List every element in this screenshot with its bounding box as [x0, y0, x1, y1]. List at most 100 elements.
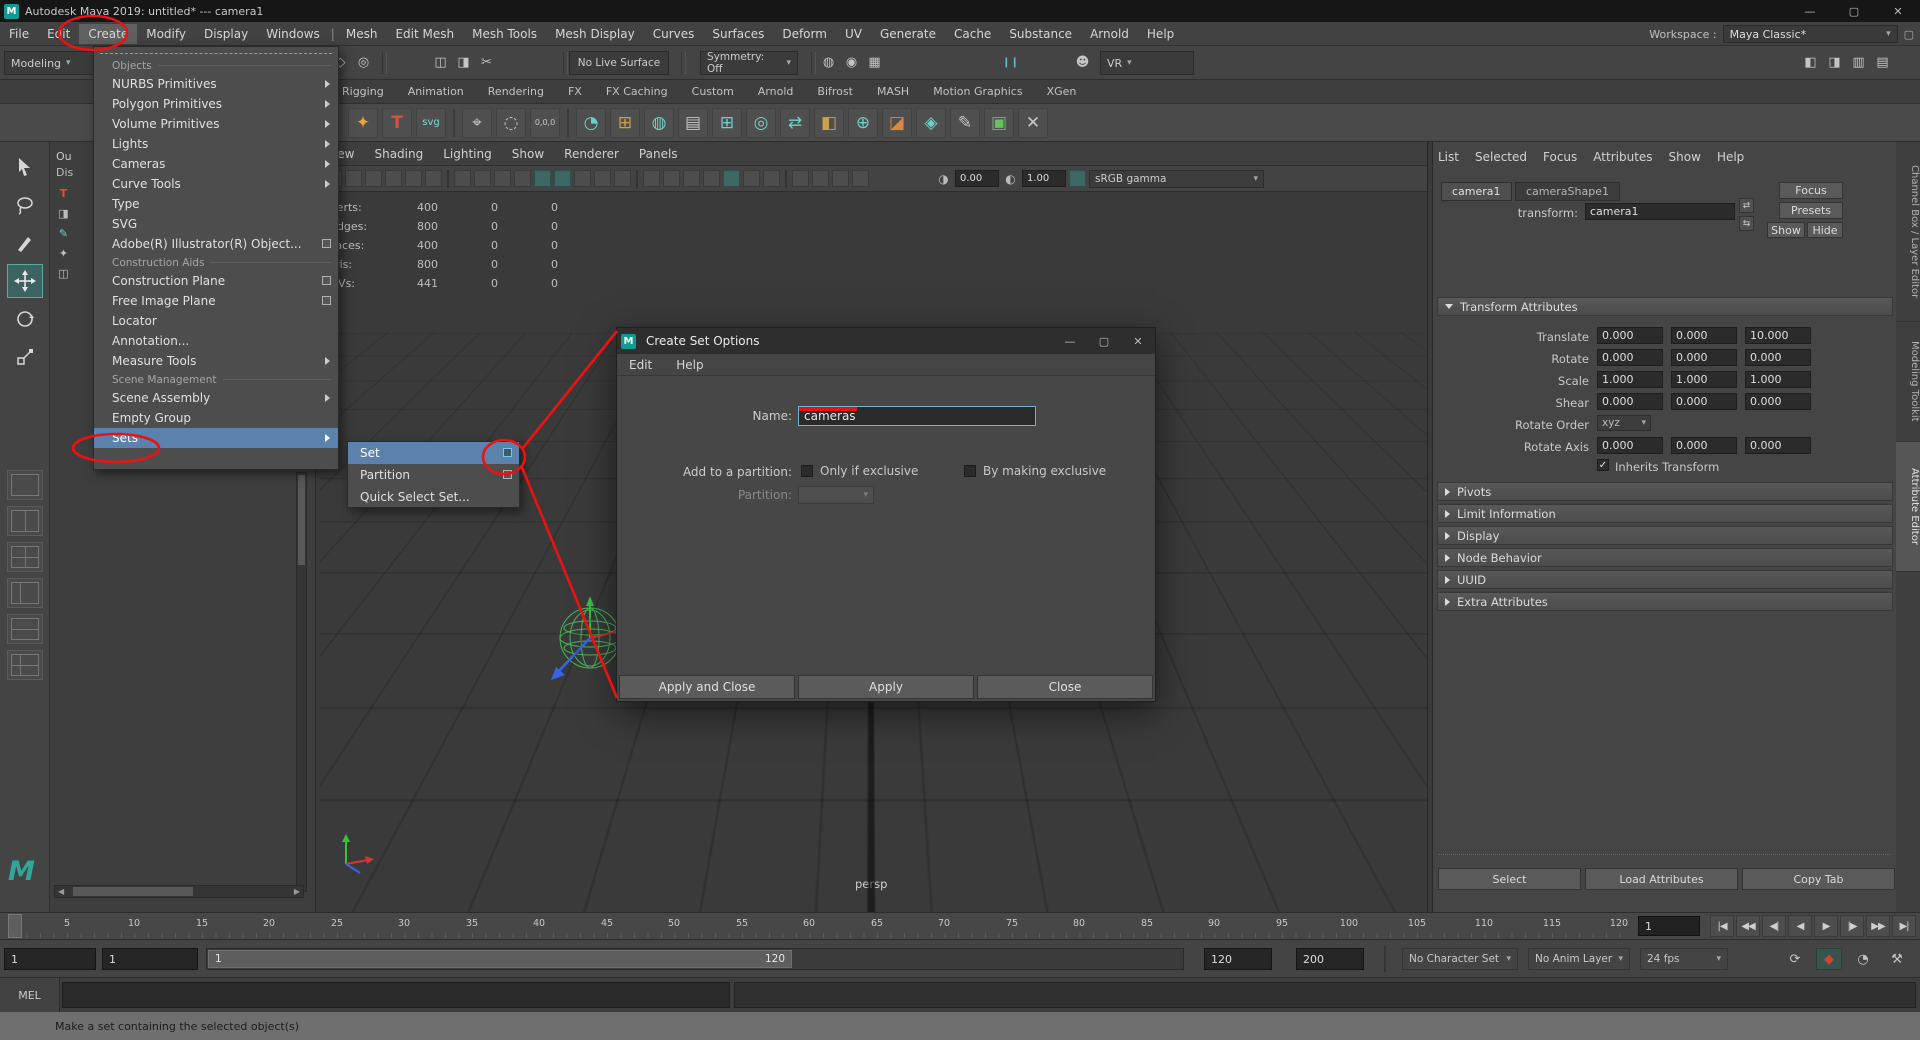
dialog-minimize-button[interactable]: — [1053, 328, 1087, 354]
menu-mesh-tools[interactable]: Mesh Tools [463, 24, 546, 44]
ae-menu-show[interactable]: Show [1669, 150, 1701, 164]
step-back-key-button[interactable]: ◀| [1762, 915, 1786, 937]
play-forwards-button[interactable]: ▶ [1814, 915, 1838, 937]
diamond-icon[interactable]: ◈ [916, 108, 946, 138]
rotate-y-field[interactable]: 0.000 [1671, 349, 1737, 366]
outliner-item-icon[interactable]: ◨ [56, 206, 71, 221]
select-tool[interactable] [7, 150, 43, 184]
shelf-tab-rendering[interactable]: Rendering [476, 81, 556, 103]
submenu-item-partition[interactable]: Partition [348, 464, 519, 486]
menu-item-volume-primitives[interactable]: Volume Primitives [94, 114, 338, 134]
menu-substance[interactable]: Substance [1000, 24, 1081, 44]
close-button[interactable]: Close [977, 675, 1153, 699]
section-extra-attributes[interactable]: Extra Attributes [1437, 592, 1893, 611]
menu-cache[interactable]: Cache [945, 24, 1000, 44]
range-slider-track[interactable]: 1 120 [206, 948, 1184, 970]
viewport-toolbar-icon[interactable] [743, 170, 760, 187]
input-connections-icon[interactable]: ◫ [430, 52, 451, 73]
arnold-star-icon[interactable]: ✦ [348, 108, 378, 138]
viewport-toolbar-icon[interactable] [703, 170, 720, 187]
focus-button[interactable]: Focus [1779, 182, 1843, 199]
menu-edit[interactable]: Edit [38, 24, 79, 44]
live-surface-field[interactable]: No Live Surface [569, 51, 669, 75]
close-button[interactable]: ✕ [1876, 0, 1920, 22]
menu-help[interactable]: Help [1138, 24, 1183, 44]
dialog-titlebar[interactable]: M Create Set Options — ▢ ✕ [617, 328, 1155, 354]
hide-button[interactable]: Hide [1807, 222, 1843, 238]
rotate-tool[interactable] [7, 302, 43, 336]
toggle-attribute-editor-icon[interactable]: ◧ [1800, 52, 1821, 73]
view-transform-selector[interactable]: sRGB gamma ▾ [1089, 170, 1264, 188]
ae-menu-focus[interactable]: Focus [1543, 150, 1577, 164]
range-slider-bar[interactable]: 1 120 [208, 950, 792, 968]
panel-menu-renderer[interactable]: Renderer [564, 147, 619, 161]
tab-modeling-toolkit[interactable]: Modeling Toolkit [1896, 322, 1920, 442]
submenu-item-set[interactable]: Set [348, 442, 519, 464]
menu-windows[interactable]: Windows [257, 24, 329, 44]
presets-button[interactable]: Presets [1779, 202, 1843, 219]
translate-x-field[interactable]: 0.000 [1597, 327, 1663, 344]
viewport-toolbar-icon[interactable] [643, 170, 660, 187]
current-frame-field[interactable]: 1 [1638, 916, 1700, 936]
translate-z-field[interactable]: 10.000 [1745, 327, 1811, 344]
outliner-display-menu[interactable]: Dis [56, 166, 73, 179]
shelf-tab-arnold[interactable]: Arnold [746, 81, 806, 103]
swap-output-icon[interactable]: ⇆ [1739, 216, 1754, 231]
shear-x-field[interactable]: 0.000 [1597, 393, 1663, 410]
show-button[interactable]: Show [1767, 222, 1805, 238]
ae-menu-attributes[interactable]: Attributes [1593, 150, 1652, 164]
play-backwards-button[interactable]: ◀ [1788, 915, 1812, 937]
viewport-toolbar-icon[interactable] [345, 170, 362, 187]
workspace-gear-icon[interactable]: ▢ [1904, 28, 1914, 41]
command-input[interactable] [62, 982, 730, 1008]
viewport-toolbar-icon[interactable] [554, 170, 571, 187]
option-box-icon[interactable] [322, 276, 331, 285]
transform-name-field[interactable]: camera1 [1585, 203, 1735, 220]
viewport-toolbar-icon[interactable] [534, 170, 551, 187]
tab-camerashape1[interactable]: cameraShape1 [1515, 182, 1620, 201]
only-if-exclusive-checkbox[interactable] [801, 465, 813, 477]
rotate-z-field[interactable]: 0.000 [1745, 349, 1811, 366]
menu-item-polygon-primitives[interactable]: Polygon Primitives [94, 94, 338, 114]
exposure-icon[interactable]: ◑ [935, 170, 952, 187]
curve-tool-icon[interactable]: ◔ [576, 108, 606, 138]
toggle-outliner-icon[interactable]: ▤ [1872, 52, 1893, 73]
menu-item-sets[interactable]: Sets [94, 428, 338, 448]
outliner-item-icon[interactable]: ✦ [56, 246, 71, 261]
render-settings-icon[interactable]: ▦ [864, 52, 885, 73]
origin-locator-icon[interactable]: 0,0,0 [530, 108, 560, 138]
viewport-toolbar-icon[interactable] [792, 170, 809, 187]
step-forward-frame-button[interactable]: ▶▶ [1866, 915, 1890, 937]
character-set-selector[interactable]: No Character Set ▾ [1402, 948, 1518, 970]
shear-z-field[interactable]: 0.000 [1745, 393, 1811, 410]
viewport-toolbar-icon[interactable] [852, 170, 869, 187]
menu-mesh[interactable]: Mesh [337, 24, 387, 44]
viewport-toolbar-icon[interactable] [663, 170, 680, 187]
layout-custom-button[interactable] [7, 650, 43, 680]
outliner-vertical-scrollbar[interactable] [296, 472, 307, 892]
type-tool-icon[interactable]: T [382, 108, 412, 138]
poly-plane-icon[interactable]: ▤ [678, 108, 708, 138]
viewport-toolbar-icon[interactable] [385, 170, 402, 187]
ae-menu-selected[interactable]: Selected [1475, 150, 1527, 164]
shear-y-field[interactable]: 0.000 [1671, 393, 1737, 410]
go-to-start-button[interactable]: |◀ [1710, 915, 1734, 937]
pencil-icon[interactable]: ✎ [950, 108, 980, 138]
anim-layer-selector[interactable]: No Anim Layer ▾ [1528, 948, 1630, 970]
workspace-selector[interactable]: Maya Classic* ▾ [1723, 25, 1898, 43]
section-display[interactable]: Display [1437, 526, 1893, 545]
tab-attribute-editor[interactable]: Attribute Editor [1896, 442, 1920, 572]
ipr-render-icon[interactable]: ◉ [841, 52, 862, 73]
dialog-menu-help[interactable]: Help [676, 358, 703, 372]
menu-item-empty-group[interactable]: Empty Group [94, 408, 338, 428]
section-limit-information[interactable]: Limit Information [1437, 504, 1893, 523]
playback-start-field[interactable]: 1 [102, 948, 198, 970]
outliner-item-icon[interactable]: T [56, 186, 71, 201]
viewport-toolbar-icon[interactable] [594, 170, 611, 187]
corner-cube-icon[interactable]: ◪ [882, 108, 912, 138]
viewport-toolbar-icon[interactable] [494, 170, 511, 187]
rotate-axis-y-field[interactable]: 0.000 [1671, 437, 1737, 454]
translate-y-field[interactable]: 0.000 [1671, 327, 1737, 344]
make-live-icon[interactable]: ◎ [353, 52, 374, 73]
layout-stacked-button[interactable] [7, 614, 43, 644]
